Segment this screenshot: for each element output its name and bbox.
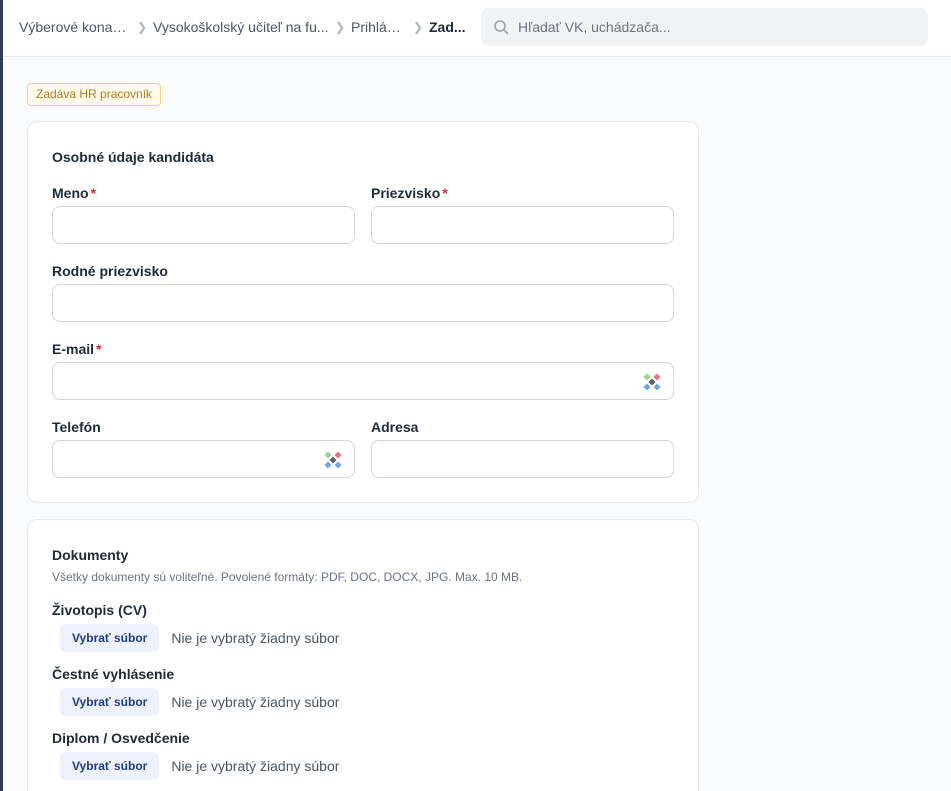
chevron-right-icon: ❯: [412, 20, 424, 34]
chevron-right-icon: ❯: [334, 20, 346, 34]
birth-name-field[interactable]: [52, 284, 674, 322]
personal-data-title: Osobné údaje kandidáta: [52, 149, 214, 165]
top-bar: Výberové konania ❯ Vysokoškolský učiteľ …: [3, 0, 951, 57]
hr-badge: Zadáva HR pracovník: [27, 83, 162, 106]
breadcrumb-item-current: Zad...: [429, 19, 466, 35]
file-status: Nie je vybratý žiadny súbor: [171, 758, 340, 774]
chevron-right-icon: ❯: [136, 20, 148, 34]
required-mark: *: [90, 185, 97, 201]
address-label: Adresa: [371, 419, 419, 435]
breadcrumb: Výberové konania ❯ Vysokoškolský učiteľ …: [19, 19, 467, 35]
first-name-label: Meno *: [52, 185, 97, 201]
declaration-file-input: Vybrať súbor Nie je vybratý žiadny súbor: [60, 688, 339, 716]
required-mark: *: [442, 185, 448, 201]
search-box[interactable]: [481, 8, 928, 46]
file-status: Nie je vybratý žiadny súbor: [171, 694, 340, 710]
phone-field[interactable]: [52, 440, 355, 478]
password-manager-icon[interactable]: [642, 372, 662, 392]
diploma-file-input: Vybrať súbor Nie je vybratý žiadny súbor: [60, 752, 339, 780]
file-status: Nie je vybratý žiadny súbor: [171, 630, 340, 646]
choose-file-button[interactable]: Vybrať súbor: [60, 624, 160, 652]
breadcrumb-item-applications[interactable]: Prihlášky: [351, 19, 407, 35]
declaration-label: Čestné vyhlásenie: [52, 666, 175, 682]
first-name-field[interactable]: [52, 206, 355, 244]
personal-data-card: Osobné údaje kandidáta Meno * Priezvisko *…: [27, 121, 699, 503]
sidebar-edge: [0, 0, 3, 791]
documents-card: Dokumenty Všetky dokumenty sú voliteľné.…: [27, 519, 699, 791]
birth-name-label: Rodné priezvisko: [52, 263, 168, 279]
documents-title: Dokumenty: [52, 547, 129, 563]
search-icon: [494, 20, 509, 35]
email-field[interactable]: [52, 362, 674, 400]
cv-file-input: Vybrať súbor Nie je vybratý žiadny súbor: [60, 624, 339, 652]
password-manager-icon[interactable]: [323, 450, 343, 470]
cv-label: Životopis (CV): [52, 602, 147, 618]
address-field[interactable]: [371, 440, 674, 478]
last-name-field[interactable]: [371, 206, 674, 244]
search-input[interactable]: [518, 19, 898, 35]
choose-file-button[interactable]: Vybrať súbor: [60, 688, 160, 716]
phone-label: Telefón: [52, 419, 101, 435]
breadcrumb-item-selection-procedures[interactable]: Výberové konania: [19, 19, 131, 35]
breadcrumb-item-position[interactable]: Vysokoškolský učiteľ na fu...: [153, 19, 329, 35]
documents-hint: Všetky dokumenty sú voliteľné. Povolené …: [52, 570, 523, 584]
last-name-label: Priezvisko *: [371, 185, 448, 201]
diploma-label: Diplom / Osvedčenie: [52, 730, 190, 746]
choose-file-button[interactable]: Vybrať súbor: [60, 752, 160, 780]
email-label: E-mail *: [52, 341, 102, 357]
required-mark: *: [96, 341, 102, 357]
